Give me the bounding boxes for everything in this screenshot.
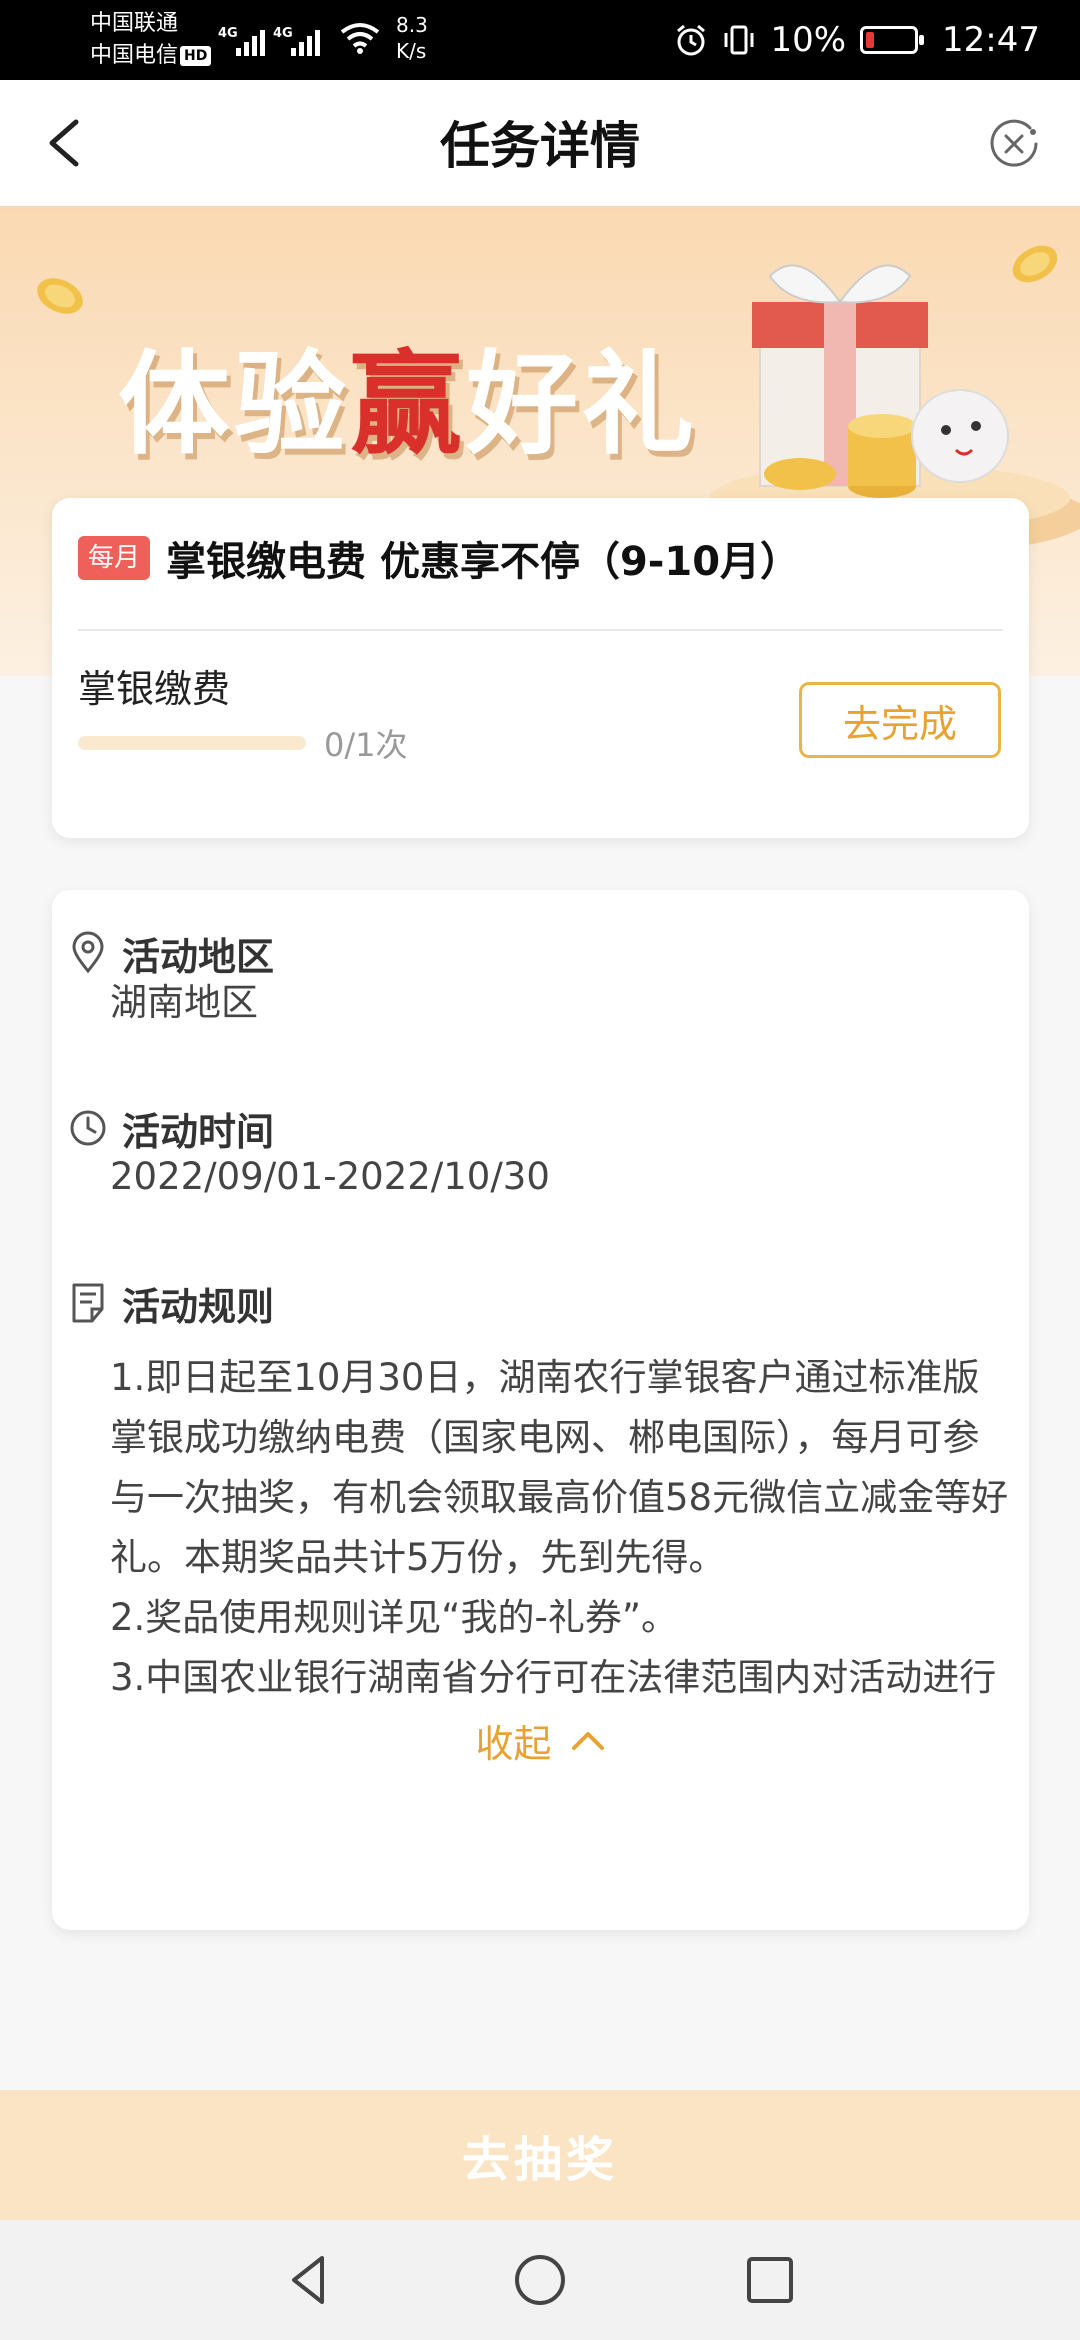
divider [78, 629, 1003, 631]
rule-item: 1.即日起至10月30日，湖南农行掌银客户通过标准版掌银成功缴纳电费（国家电网、… [110, 1356, 1009, 1579]
signal-icon-2: 4G [273, 26, 320, 56]
draw-lottery-label: 去抽奖 [461, 2132, 618, 2188]
document-icon [72, 1283, 104, 1323]
region-value: 湖南地区 [110, 981, 258, 1024]
carrier-1: 中国联通 [90, 11, 179, 36]
chevron-up-icon [571, 1732, 604, 1750]
task-name: 掌银缴费 [78, 667, 231, 711]
rules-section-header: 活动规则 [68, 1278, 275, 1329]
time-section-header: 活动时间 [68, 1103, 275, 1154]
system-nav-bar [0, 2220, 1080, 2340]
rule-item: 3.中国农业银行湖南省分行可在法律范围内对活动进行调整。 [110, 1656, 997, 1699]
task-header: 每月 掌银缴电费 优惠享不停（9-10月） [78, 530, 1003, 586]
battery-icon [860, 26, 925, 54]
region-section-header: 活动地区 [68, 928, 275, 979]
task-progress-bar [78, 736, 306, 750]
network-speed: 8.3 K/s [396, 13, 428, 63]
hd-badge: HD [180, 46, 212, 66]
rule-item: 2.奖品使用规则详见“我的-礼券”。 [110, 1596, 678, 1639]
rules-label: 活动规则 [122, 1284, 275, 1329]
coin-decoration-left [37, 278, 83, 314]
task-card: 每月 掌银缴电费 优惠享不停（9-10月） 掌银缴费 0/1次 去完成 [52, 498, 1029, 838]
complete-task-button[interactable]: 去完成 [799, 682, 1001, 758]
clock: 12:47 [942, 20, 1040, 60]
activity-info-card: 活动地区 湖南地区 活动时间 2022/09/01-2022/10/30 活动规… [52, 890, 1029, 1930]
carrier-2: 中国电信 [90, 43, 179, 68]
draw-lottery-button[interactable]: 去抽奖 [0, 2090, 1080, 2220]
status-bar: 中国联通 中国电信 HD 4G 4G 8.3 K/s 10% 12:47 [0, 0, 1080, 80]
banner-title: 体验赢好礼 [118, 340, 698, 470]
location-pin-icon [72, 931, 104, 974]
nav-back-icon[interactable] [280, 2250, 340, 2310]
collapse-label: 收起 [475, 1721, 552, 1766]
nav-recents-icon[interactable] [740, 2250, 800, 2310]
rules-text: 1.即日起至10月30日，湖南农行掌银客户通过标准版掌银成功缴纳电费（国家电网、… [110, 1348, 1010, 1706]
time-value: 2022/09/01-2022/10/30 [110, 1155, 550, 1198]
wifi-icon [340, 23, 380, 54]
nav-home-icon[interactable] [510, 2250, 570, 2310]
nav-bar: 任务详情 [0, 80, 1080, 206]
alarm-icon [677, 24, 706, 56]
page-title: 任务详情 [440, 117, 640, 175]
carrier-info: 中国联通 中国电信 HD [90, 8, 212, 72]
signal-indicators: 4G 4G [218, 20, 320, 56]
battery-percent: 10% [770, 20, 847, 60]
signal-icon-1: 4G [218, 26, 265, 56]
time-label: 活动时间 [122, 1109, 275, 1154]
task-progress-text: 0/1次 [324, 726, 408, 764]
task-title: 掌银缴电费 优惠享不停（9-10月） [166, 539, 801, 585]
collapse-button[interactable]: 收起 [52, 1710, 1029, 1770]
region-label: 活动地区 [122, 934, 275, 979]
vibrate-icon [724, 25, 754, 55]
close-circle-icon[interactable] [986, 116, 1042, 172]
monthly-tag: 每月 [78, 536, 151, 580]
clock-icon [70, 1110, 106, 1146]
